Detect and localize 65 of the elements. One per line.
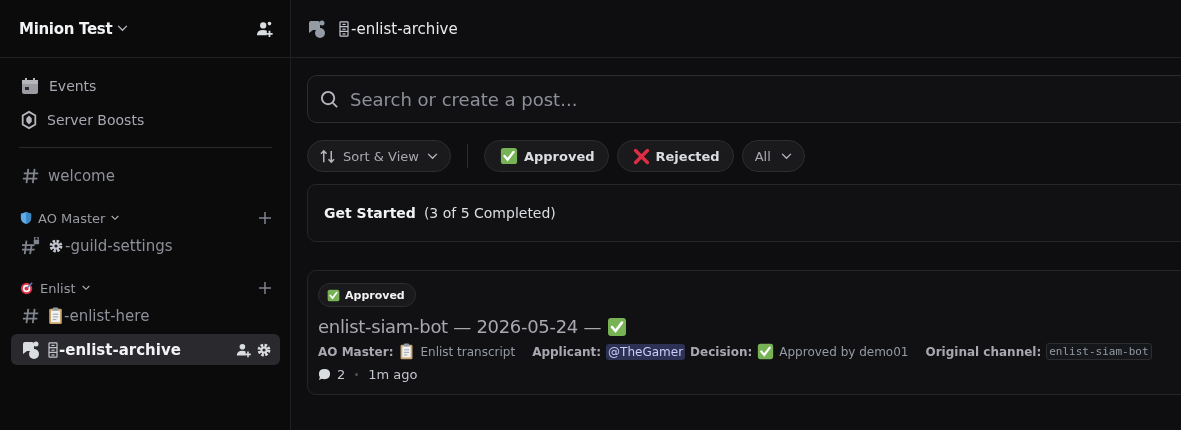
forum-icon	[20, 339, 42, 360]
progress-text: (3 of 5 Completed)	[423, 205, 556, 221]
add-member-icon[interactable]	[256, 19, 274, 38]
category-header[interactable]: Enlist	[20, 280, 90, 296]
channel-name: welcome	[48, 166, 115, 185]
search-field[interactable]: Search or create a post...	[348, 87, 1181, 111]
channel-item[interactable]: -guild-settings	[11, 230, 280, 261]
chevron-down-icon	[111, 215, 120, 221]
field-value: Approved by demo01	[779, 344, 909, 359]
channel-name: -enlist-here	[64, 306, 150, 325]
settings-icon[interactable]	[256, 341, 272, 358]
dropdown-button[interactable]: All	[741, 140, 805, 172]
channel-name: -enlist-archive	[59, 340, 181, 359]
filing-cabinet-icon	[48, 341, 58, 358]
clipboard-icon	[48, 306, 63, 325]
server-menu[interactable]: Minion Test	[19, 19, 129, 38]
calendar-icon	[20, 76, 40, 96]
check-mark-icon	[607, 316, 628, 337]
speech-bubble-icon	[318, 368, 331, 381]
user-mention[interactable]: @TheGamer	[606, 343, 686, 360]
add-member-icon[interactable]	[236, 341, 252, 358]
field-label: Applicant:	[532, 344, 602, 359]
field-value: Enlist transcript	[420, 344, 516, 359]
sidebar-item[interactable]: Events	[11, 69, 280, 103]
gear-icon	[48, 237, 64, 254]
get-started-card[interactable]: Get Started (3 of 5 Completed)	[307, 184, 1181, 242]
channel-title: -enlist-archive	[351, 19, 458, 38]
chevron-down-icon	[426, 152, 438, 160]
sort-icon	[320, 148, 335, 164]
gem-icon	[20, 110, 38, 130]
field-label: Decision:	[690, 344, 753, 359]
timestamp: 1m ago	[368, 367, 418, 382]
sort-button[interactable]: Sort & View	[307, 140, 451, 172]
plus-icon[interactable]	[259, 282, 271, 294]
locked-hashtag-icon	[20, 236, 42, 255]
inline-code: enlist-siam-bot	[1046, 343, 1152, 360]
chevron-down-icon	[117, 25, 129, 32]
post-title: enlist-siam-bot — 2026-05-24 —	[318, 316, 602, 337]
filing-cabinet-icon	[339, 20, 349, 37]
cross-mark-icon	[632, 147, 650, 165]
chevron-down-icon	[81, 285, 90, 291]
channel-item[interactable]: -enlist-here	[11, 300, 280, 331]
channel-item[interactable]: welcome	[11, 160, 280, 191]
tag-badge: Approved	[318, 283, 416, 307]
category-header[interactable]: AO Master	[20, 210, 120, 226]
target-icon	[20, 281, 34, 295]
chevron-down-icon	[780, 152, 792, 160]
tag-filter-button[interactable]: Approved	[483, 140, 609, 172]
search-icon	[320, 89, 339, 109]
reply-count: 2	[337, 367, 346, 382]
card-title: Get Started	[324, 205, 416, 221]
check-mark-icon	[499, 147, 518, 165]
channel-name: -guild-settings	[65, 236, 173, 255]
field-label: AO Master:	[318, 344, 394, 359]
shield-icon	[20, 211, 32, 225]
plus-icon[interactable]	[259, 212, 271, 224]
channel-item[interactable]: -enlist-archive	[11, 334, 280, 365]
sidebar-item[interactable]: Server Boosts	[11, 103, 280, 137]
search-bar[interactable]: Search or create a post...	[307, 75, 1181, 123]
field-label: Original channel:	[925, 344, 1042, 359]
forum-icon	[307, 18, 327, 39]
check-mark-icon	[327, 288, 340, 302]
check-mark-icon	[757, 343, 775, 360]
post-card[interactable]: Approved enlist-siam-bot — 2026-05-24 — AO Master: Enlist transcript Applicant: @TheGamer Decision: Approved by demo01 Original channel: enlist-siam-bot 2 1m ago	[307, 270, 1181, 395]
tag-filter-button[interactable]: Rejected	[616, 140, 734, 172]
